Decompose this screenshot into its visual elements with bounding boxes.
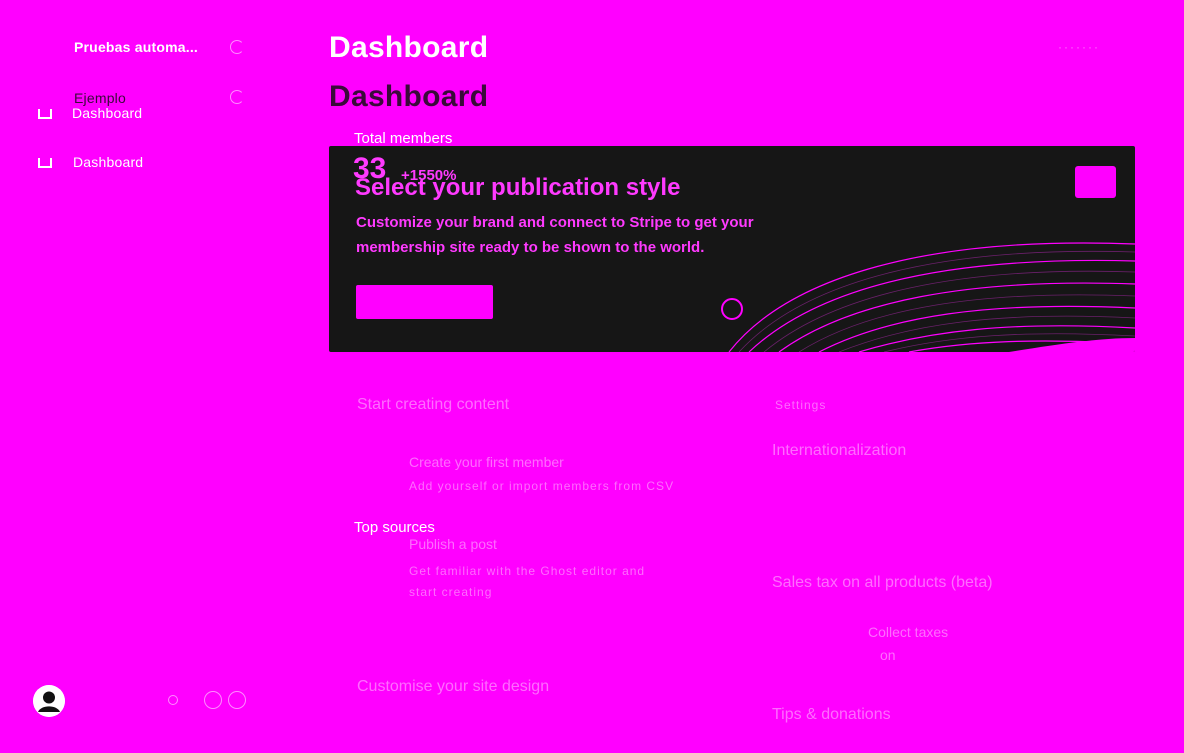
- total-members-change: +1550%: [401, 167, 457, 184]
- theme-toggle-icon[interactable]: [204, 691, 222, 709]
- banner-close-button[interactable]: [1075, 166, 1116, 198]
- setting-internationalization[interactable]: Internationalization: [772, 442, 906, 460]
- task-create-member[interactable]: Create your first member Add yourself or…: [357, 448, 737, 496]
- task-title: Publish a post: [409, 536, 497, 552]
- customise-design-title[interactable]: Customise your site design: [357, 678, 549, 696]
- getting-started-title: Start creating content: [357, 396, 510, 413]
- user-icon: [33, 685, 65, 717]
- settings-label: Settings: [775, 398, 827, 412]
- task-description: Get familiar with the Ghost editor and s…: [409, 564, 646, 599]
- header-dotted-menu[interactable]: ·······: [1058, 40, 1100, 54]
- page-title: Dashboard: [329, 31, 489, 64]
- sync-icon[interactable]: [230, 40, 244, 54]
- sales-tax-detail-line2: on: [880, 647, 896, 663]
- banner-description: Customize your brand and connect to Stri…: [356, 214, 754, 256]
- total-members-value: 33: [353, 152, 387, 185]
- setting-sales-tax[interactable]: Sales tax on all products (beta): [772, 574, 993, 592]
- sales-tax-detail: Collect taxes: [868, 624, 949, 640]
- sidebar-item-ejemplo-dashboard[interactable]: Ejemplo Dashboard: [36, 88, 266, 122]
- task-title: Create your first member: [409, 454, 564, 470]
- dot-icon[interactable]: [168, 695, 178, 705]
- avatar[interactable]: [33, 685, 65, 717]
- sidebar-item-label-line2: Dashboard: [72, 105, 143, 121]
- sidebar-item-label: Dashboard: [73, 154, 144, 170]
- workspace-name[interactable]: Pruebas automa...: [74, 39, 198, 55]
- banner-cta-button[interactable]: [356, 285, 493, 319]
- refresh-icon[interactable]: [230, 90, 244, 104]
- task-publish-post[interactable]: Publish a post Get familiar with the Gho…: [357, 532, 737, 599]
- total-members-label: Total members: [354, 130, 453, 147]
- loading-spinner-icon: [721, 298, 743, 320]
- dashboard-icon: [38, 158, 52, 168]
- setting-tips-donations[interactable]: Tips & donations: [772, 706, 891, 724]
- section-title: Dashboard: [329, 80, 489, 113]
- sidebar-item-dashboard[interactable]: Dashboard: [36, 152, 266, 174]
- dashboard-icon: [38, 109, 52, 119]
- settings-icon[interactable]: [228, 691, 246, 709]
- task-description: Add yourself or import members from CSV: [409, 479, 675, 493]
- sidebar-item-label: Ejemplo: [74, 90, 126, 106]
